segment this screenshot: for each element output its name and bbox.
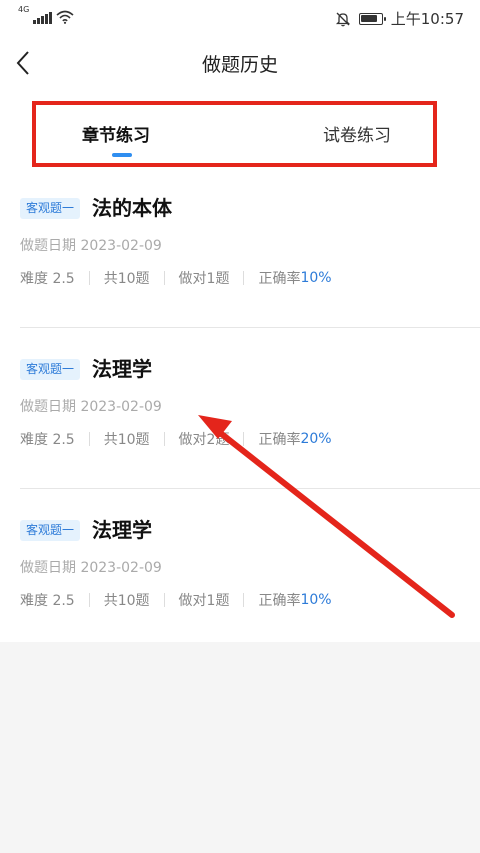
difficulty-text: 难度 2.5 xyxy=(20,432,75,448)
signal-icon xyxy=(33,12,52,24)
accuracy-value: 10% xyxy=(300,270,332,286)
item-title: 法的本体 xyxy=(92,196,172,220)
accuracy-value: 20% xyxy=(300,431,332,447)
status-time: 上午10:57 xyxy=(390,10,464,28)
item-title: 法理学 xyxy=(92,518,152,542)
accuracy-label: 正确率 xyxy=(258,593,301,609)
divider xyxy=(20,488,480,489)
item-date: 做题日期 2023-02-09 xyxy=(20,560,162,576)
total-questions-text: 共10题 xyxy=(103,271,150,287)
total-questions-text: 共10题 xyxy=(103,593,150,609)
divider xyxy=(163,271,165,285)
item-title: 法理学 xyxy=(92,357,152,381)
divider xyxy=(88,271,90,285)
tab-exam-practice[interactable]: 试卷练习 xyxy=(323,121,391,146)
status-bar: 4G 上午10:57 xyxy=(0,0,480,34)
correct-count-text: 做对1题 xyxy=(178,271,230,287)
tab-chapter-practice[interactable]: 章节练习 xyxy=(82,121,150,146)
divider xyxy=(20,327,480,328)
item-stats: 难度 2.5 共10题 做对1题 正确率 10% xyxy=(20,590,332,610)
divider xyxy=(88,593,90,607)
difficulty-text: 难度 2.5 xyxy=(20,593,75,609)
correct-count-text: 做对1题 xyxy=(178,593,230,609)
divider xyxy=(88,432,90,446)
wifi-icon xyxy=(56,10,74,24)
total-questions-text: 共10题 xyxy=(103,432,150,448)
item-stats: 难度 2.5 共10题 做对2题 正确率 20% xyxy=(20,429,332,449)
history-item[interactable]: 客观题一 法理学 做题日期 2023-02-09 难度 2.5 共10题 做对1… xyxy=(0,490,480,650)
divider xyxy=(163,432,165,446)
accuracy-label: 正确率 xyxy=(258,432,301,448)
item-stats: 难度 2.5 共10题 做对1题 正确率 10% xyxy=(20,268,332,288)
correct-count-text: 做对2题 xyxy=(178,432,230,448)
header: 做题历史 xyxy=(0,38,480,88)
battery-icon xyxy=(358,12,386,25)
history-item[interactable]: 客观题一 法的本体 做题日期 2023-02-09 难度 2.5 共10题 做对… xyxy=(0,168,480,328)
item-date: 做题日期 2023-02-09 xyxy=(20,238,162,254)
screen: 4G 上午10:57 做题历史 章节练习 试卷练习 客观题一 法的本体 做题日期… xyxy=(0,0,480,853)
accuracy-value: 10% xyxy=(300,592,332,608)
network-type-label: 4G xyxy=(18,5,30,14)
status-right: 上午10:57 xyxy=(335,8,464,29)
bell-muted-icon xyxy=(335,12,350,26)
question-type-badge: 客观题一 xyxy=(20,520,81,541)
question-type-badge: 客观题一 xyxy=(20,198,81,219)
history-item[interactable]: 客观题一 法理学 做题日期 2023-02-09 难度 2.5 共10题 做对2… xyxy=(0,329,480,489)
divider xyxy=(163,593,165,607)
page-title: 做题历史 xyxy=(201,54,278,76)
divider xyxy=(243,271,245,285)
divider xyxy=(243,593,245,607)
active-tab-indicator xyxy=(112,153,132,157)
difficulty-text: 难度 2.5 xyxy=(20,271,75,287)
accuracy-label: 正确率 xyxy=(258,271,301,287)
question-type-badge: 客观题一 xyxy=(20,359,81,380)
item-date: 做题日期 2023-02-09 xyxy=(20,399,162,415)
divider xyxy=(243,432,245,446)
tab-bar: 章节练习 试卷练习 xyxy=(32,101,437,167)
status-left: 4G xyxy=(18,6,74,24)
battery-level xyxy=(361,15,377,22)
